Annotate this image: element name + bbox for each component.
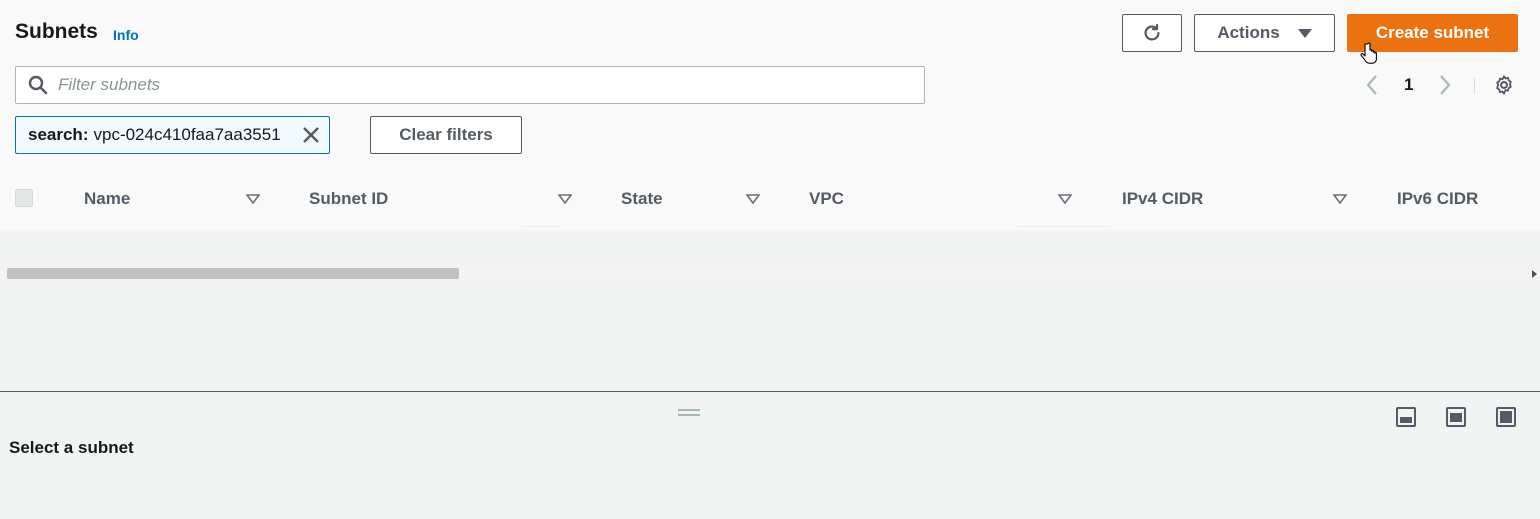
table-header-row: Name Subnet ID State VPC IPv4 CIDR IPv6 … bbox=[0, 180, 1540, 220]
chevron-right-icon bbox=[1440, 75, 1451, 95]
filter-token-value: vpc-024c410faa7aa3551 bbox=[93, 125, 281, 144]
refresh-icon bbox=[1144, 23, 1160, 41]
sort-caret-icon[interactable] bbox=[1058, 194, 1072, 204]
column-header-name[interactable]: Name bbox=[84, 189, 130, 209]
caret-down-icon bbox=[1297, 28, 1312, 38]
hand-cursor-icon bbox=[1360, 42, 1377, 64]
column-header-ipv6-cidr[interactable]: IPv6 CIDR bbox=[1397, 189, 1478, 209]
scroll-right-arrow-icon[interactable] bbox=[1532, 270, 1537, 278]
current-page-number[interactable]: 1 bbox=[1404, 72, 1413, 98]
search-icon bbox=[28, 75, 48, 95]
column-header-vpc[interactable]: VPC bbox=[809, 189, 844, 209]
sort-caret-icon[interactable] bbox=[246, 194, 260, 204]
table-preferences-button[interactable] bbox=[1493, 72, 1515, 98]
chevron-left-icon bbox=[1366, 75, 1377, 95]
info-link[interactable]: Info bbox=[113, 27, 139, 43]
column-divider bbox=[522, 226, 560, 227]
next-page-button[interactable] bbox=[1437, 72, 1453, 98]
close-icon bbox=[303, 127, 319, 143]
column-header-ipv4-cidr[interactable]: IPv4 CIDR bbox=[1122, 189, 1203, 209]
split-panel-side-icon[interactable] bbox=[1446, 407, 1466, 427]
select-all-checkbox[interactable] bbox=[15, 189, 33, 207]
split-panel-divider bbox=[0, 391, 1540, 392]
filter-subnets-search[interactable] bbox=[15, 66, 925, 104]
gear-icon bbox=[1496, 75, 1512, 95]
column-divider bbox=[1017, 226, 1110, 227]
actions-label: Actions bbox=[1217, 23, 1280, 42]
split-panel-bottom-icon[interactable] bbox=[1396, 407, 1416, 427]
column-header-state[interactable]: State bbox=[621, 189, 663, 209]
page-title: Subnets bbox=[15, 20, 98, 43]
actions-dropdown-button[interactable]: Actions bbox=[1194, 14, 1335, 52]
pagination-divider bbox=[1474, 78, 1475, 94]
sort-caret-icon[interactable] bbox=[1333, 194, 1347, 204]
split-panel-resize-handle[interactable] bbox=[678, 409, 700, 419]
filter-token: search: vpc-024c410faa7aa3551 bbox=[15, 116, 330, 154]
refresh-button[interactable] bbox=[1122, 14, 1182, 52]
sort-caret-icon[interactable] bbox=[746, 194, 760, 204]
column-header-subnet-id[interactable]: Subnet ID bbox=[309, 189, 388, 209]
remove-filter-button[interactable] bbox=[301, 125, 321, 150]
sort-caret-icon[interactable] bbox=[558, 194, 572, 204]
clear-filters-button[interactable]: Clear filters bbox=[370, 116, 522, 154]
filter-subnets-input[interactable] bbox=[58, 75, 898, 95]
split-panel-empty-label: Select a subnet bbox=[9, 438, 134, 457]
previous-page-button[interactable] bbox=[1364, 72, 1380, 98]
split-panel-full-icon[interactable] bbox=[1496, 407, 1516, 427]
scrollbar-thumb[interactable] bbox=[7, 268, 459, 279]
filter-token-key: search: bbox=[28, 125, 89, 144]
